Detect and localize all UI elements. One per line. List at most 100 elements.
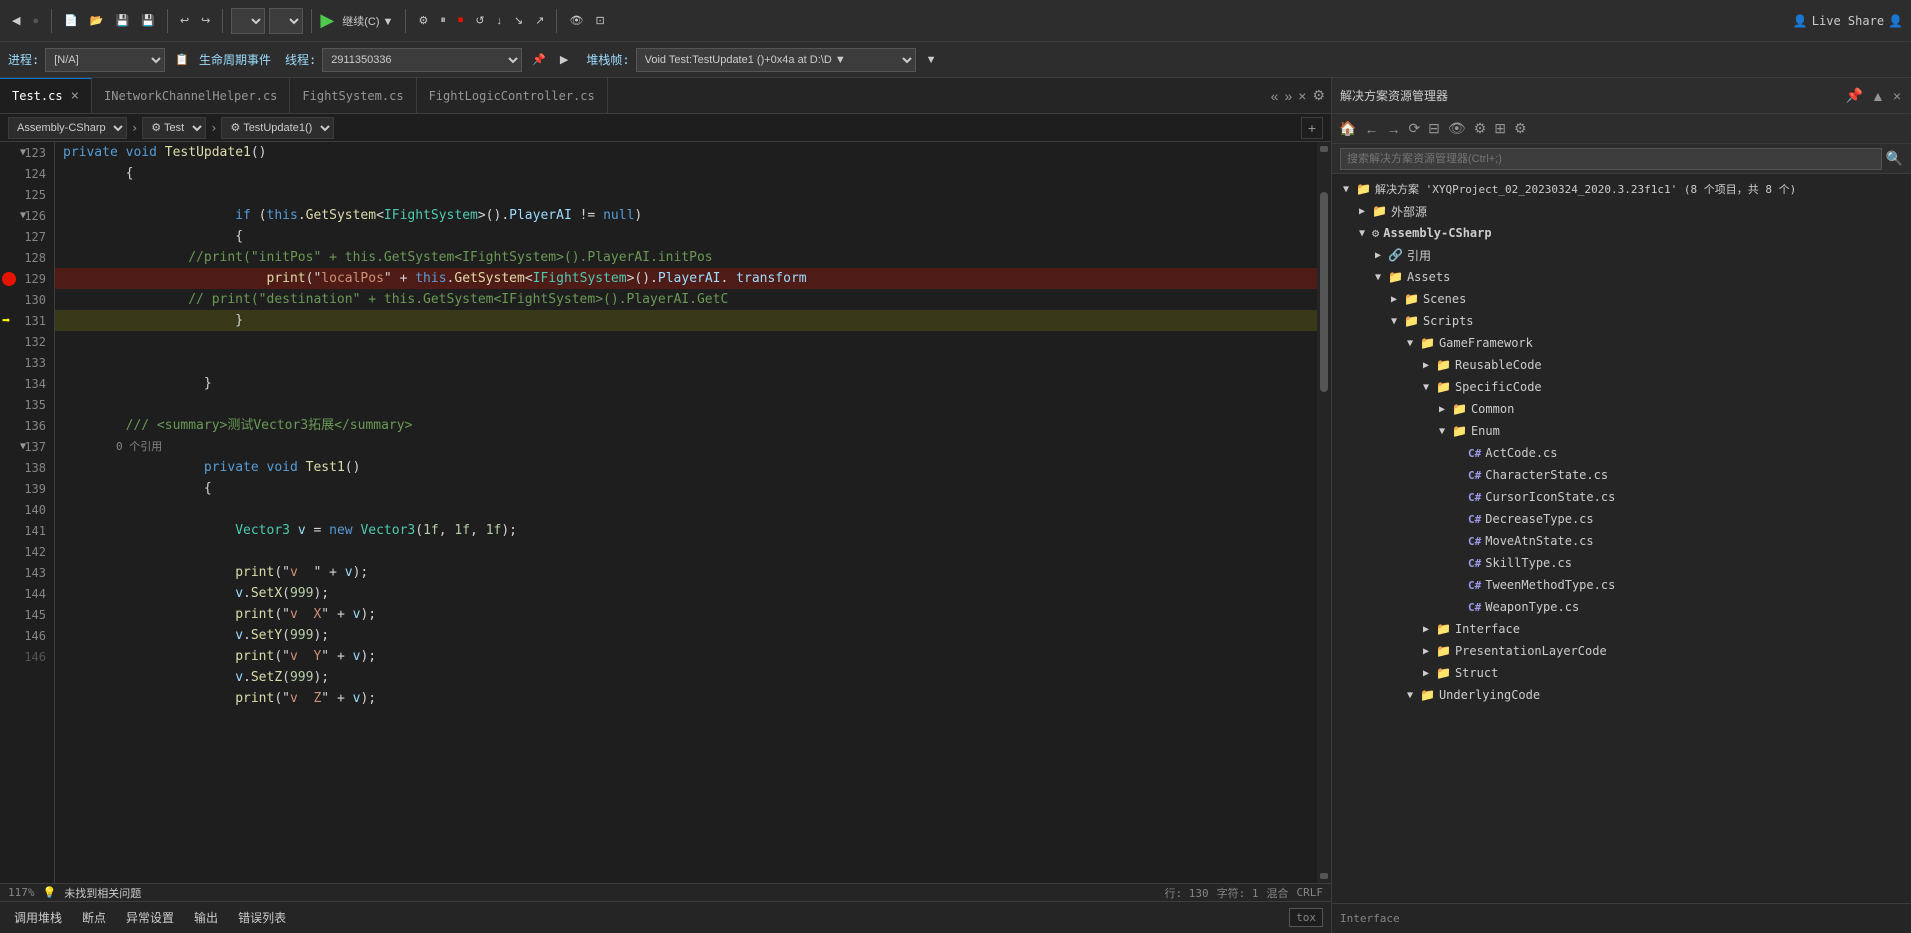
assembly-csharp[interactable]: ▼ ⚙ Assembly-CSharp [1332,222,1911,244]
specific-expand[interactable]: ▼ [1420,382,1432,393]
enum-folder[interactable]: ▼ 📁 Enum [1332,420,1911,442]
se-home-btn[interactable]: 🏠 [1336,118,1359,139]
fold-123[interactable]: ▼ [20,147,26,158]
reusable-expand[interactable]: ▶ [1420,360,1432,371]
continue-btn[interactable]: 继续(C) ▼ [338,11,397,31]
fold-126[interactable]: ▼ [20,210,26,221]
fold-137[interactable]: ▼ [20,441,26,452]
interface-expand[interactable]: ▶ [1420,624,1432,635]
gf-expand[interactable]: ▼ [1404,338,1416,349]
pause-btn[interactable]: ⏸ [436,12,450,29]
stack-more-btn[interactable]: ▼ [922,52,941,68]
moveatn-cs[interactable]: ▶ C# MoveAtnState.cs [1332,530,1911,552]
assembly-expand[interactable]: ▼ [1356,228,1368,239]
scroll-tabs-left[interactable]: « [1269,86,1281,106]
weapontype-cs[interactable]: ▶ C# WeaponType.cs [1332,596,1911,618]
tweenmethod-cs[interactable]: ▶ C# TweenMethodType.cs [1332,574,1911,596]
tab-test-cs-close[interactable]: × [71,89,79,103]
watch-btn[interactable]: 👁 [565,12,587,29]
external-source[interactable]: ▶ 📁 外部源 [1332,200,1911,222]
se-maximize-btn[interactable]: ▲ [1869,86,1887,106]
assets-expand[interactable]: ▼ [1372,272,1384,283]
stack-select[interactable]: Void Test:TestUpdate1 ()+0x4a at D:\D ▼ [636,48,916,72]
process-select[interactable]: [N/A] [45,48,165,72]
step-into-btn[interactable]: ↘ [510,12,527,29]
close-tab-btn[interactable]: × [1296,86,1308,106]
se-collapse-btn[interactable]: ⊟ [1425,118,1443,139]
tab-more-btn[interactable]: ⚙ [1310,85,1327,106]
gameframework-folder[interactable]: ▼ 📁 GameFramework [1332,332,1911,354]
output-btn[interactable]: 输出 [188,907,224,928]
se-search-input[interactable] [1340,148,1882,170]
specific-folder[interactable]: ▼ 📁 SpecificCode [1332,376,1911,398]
breakpoints-list-btn[interactable]: 断点 [76,907,112,928]
error-list-btn[interactable]: 错误列表 [232,907,292,928]
struct-folder[interactable]: ▶ 📁 Struct [1332,662,1911,684]
scripts-folder[interactable]: ▼ 📁 Scripts [1332,310,1911,332]
save-btn[interactable]: 💾 [112,12,134,29]
skilltype-cs[interactable]: ▶ C# SkillType.cs [1332,552,1911,574]
decrease-cs[interactable]: ▶ C# DecreaseType.cs [1332,508,1911,530]
call-stack-btn[interactable]: 调用堆栈 [8,907,68,928]
se-view-btn[interactable]: ⊞ [1491,118,1509,139]
breakpoint-129[interactable] [2,272,16,286]
scroll-up[interactable] [1320,146,1328,152]
lifecycle-btn[interactable]: 📋 [171,51,193,68]
platform-dropdown[interactable]: Any CPU [269,8,303,34]
actcode-cs[interactable]: ▶ C# ActCode.cs [1332,442,1911,464]
tab-fight-system[interactable]: FightSystem.cs [290,78,416,113]
interface-folder[interactable]: ▶ 📁 Interface [1332,618,1911,640]
se-back-btn[interactable]: ← [1361,119,1381,139]
se-filter-btn[interactable]: ⚙ [1471,118,1490,139]
debug-tools-btn[interactable]: ⚙ [414,12,432,29]
scenes-expand[interactable]: ▶ [1388,294,1400,305]
se-show-all-btn[interactable]: 👁 [1445,118,1469,139]
presentation-expand[interactable]: ▶ [1420,646,1432,657]
live-share-btn[interactable]: 👤 Live Share 👤 [1793,14,1903,28]
undo-btn[interactable]: ↩ [176,12,193,29]
breakpoints-btn[interactable]: ⊡ [591,12,608,29]
add-to-editor-btn[interactable]: + [1301,117,1323,139]
open-btn[interactable]: 📂 [86,12,108,29]
config-dropdown[interactable]: Debug [231,8,265,34]
tab-network-helper[interactable]: INetworkChannelHelper.cs [92,78,290,113]
se-search-btn[interactable]: 🔍 [1886,150,1903,167]
step-over-btn[interactable]: ↓ [493,13,507,29]
presentation-folder[interactable]: ▶ 📁 PresentationLayerCode [1332,640,1911,662]
solution-expand[interactable]: ▼ [1340,184,1352,195]
forward-placeholder[interactable]: ● [28,13,43,29]
common-expand[interactable]: ▶ [1436,404,1448,415]
thread-action-btn[interactable]: ▶ [556,51,572,68]
se-pin-btn[interactable]: 📌 [1844,85,1865,106]
references[interactable]: ▶ 🔗 引用 [1332,244,1911,266]
step-out-btn[interactable]: ↗ [531,12,548,29]
solution-root[interactable]: ▼ 📁 解决方案 'XYQProject_02_20230324_2020.3.… [1332,178,1911,200]
vertical-scrollbar[interactable] [1317,142,1331,883]
scenes-folder[interactable]: ▶ 📁 Scenes [1332,288,1911,310]
enum-expand[interactable]: ▼ [1436,426,1448,437]
new-file-btn[interactable]: 📄 [60,12,82,29]
se-forward-btn[interactable]: → [1383,119,1403,139]
restart-btn[interactable]: ↺ [471,12,488,29]
cursoricon-cs[interactable]: ▶ C# CursorIconState.cs [1332,486,1911,508]
tab-test-cs[interactable]: Test.cs × [0,78,92,113]
scroll-tabs-right[interactable]: » [1282,86,1294,106]
ref-expand[interactable]: ▶ [1372,250,1384,261]
se-sync-btn[interactable]: ⟳ [1405,118,1423,139]
common-folder[interactable]: ▶ 📁 Common [1332,398,1911,420]
exception-settings-btn[interactable]: 异常设置 [120,907,180,928]
se-close-btn[interactable]: × [1891,86,1903,106]
thread-select[interactable]: 2911350336 [322,48,522,72]
struct-expand[interactable]: ▶ [1420,668,1432,679]
back-btn[interactable]: ◀ [8,12,24,29]
scroll-thumb[interactable] [1320,192,1328,392]
underlying-expand[interactable]: ▼ [1404,690,1416,701]
save-all-btn[interactable]: 💾 [137,12,159,29]
scroll-down[interactable] [1320,873,1328,879]
underlying-folder[interactable]: ▼ 📁 UnderlyingCode [1332,684,1911,706]
external-expand[interactable]: ▶ [1356,206,1368,217]
thread-pin-btn[interactable]: 📌 [528,51,550,68]
stop-btn[interactable]: ⏹ [454,12,468,29]
method-select[interactable]: ⚙ TestUpdate1() [221,117,334,139]
class-select[interactable]: ⚙ Test [142,117,206,139]
